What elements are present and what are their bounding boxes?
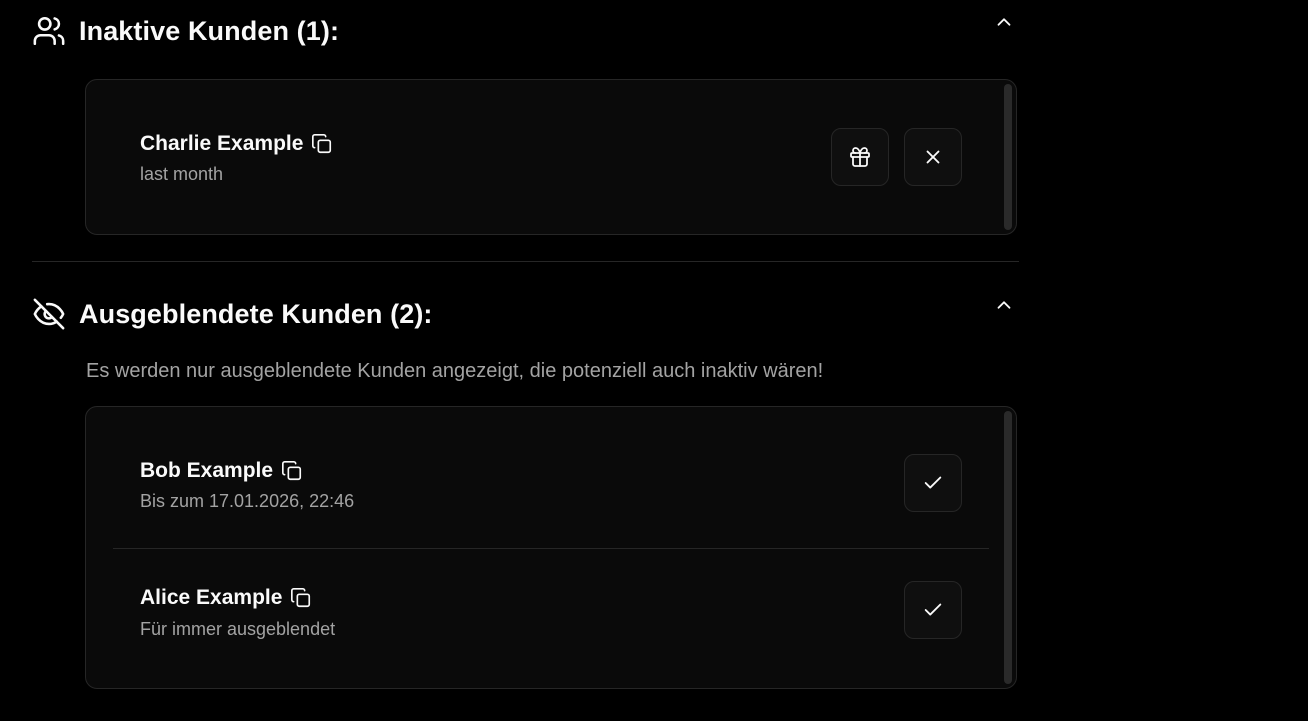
copy-icon[interactable] bbox=[310, 132, 334, 156]
inactive-customers-card: Charlie Example last month bbox=[85, 79, 1017, 235]
close-icon bbox=[926, 150, 940, 164]
customer-name: Bob Example bbox=[140, 459, 274, 482]
customer-hidden-until: Bis zum 17.01.2026, 22:46 bbox=[140, 491, 355, 511]
remove-button[interactable] bbox=[904, 128, 962, 186]
customer-hidden-until: Für immer ausgeblendet bbox=[140, 619, 336, 639]
section-divider bbox=[32, 261, 1019, 262]
list-item: Bob Example Bis zum 17.01.2026, 22:46 bbox=[86, 407, 1016, 548]
customer-name-line: Bob Example bbox=[140, 459, 304, 483]
chevron-up-icon bbox=[997, 301, 1011, 309]
check-icon bbox=[924, 603, 942, 616]
unhide-button[interactable] bbox=[904, 454, 962, 512]
customer-last-active: last month bbox=[140, 164, 224, 184]
gift-icon bbox=[850, 147, 870, 167]
hidden-customers-info: Es werden nur ausgeblendete Kunden angez… bbox=[86, 360, 824, 382]
list-item: Alice Example Für immer ausgeblendet bbox=[86, 548, 1016, 689]
inactive-customers-section: Inaktive Kunden (1): bbox=[32, 11, 1019, 51]
copy-icon[interactable] bbox=[280, 459, 304, 483]
hidden-customers-card: Bob Example Bis zum 17.01.2026, 22:46 Al… bbox=[85, 406, 1017, 689]
gift-button[interactable] bbox=[831, 128, 889, 186]
copy-icon[interactable] bbox=[289, 586, 313, 610]
scrollbar[interactable] bbox=[1004, 84, 1012, 230]
list-item: Charlie Example last month bbox=[86, 80, 1016, 236]
customer-name-line: Charlie Example bbox=[140, 132, 334, 156]
hidden-customers-header: Ausgeblendete Kunden (2): bbox=[32, 294, 1019, 334]
inactive-customers-header: Inaktive Kunden (1): bbox=[32, 11, 1019, 51]
hidden-customers-section: Ausgeblendete Kunden (2): bbox=[32, 294, 1019, 334]
inactive-customers-title: Inaktive Kunden (1): bbox=[79, 15, 340, 46]
collapse-hidden-button[interactable] bbox=[989, 290, 1019, 320]
customer-name-line: Alice Example bbox=[140, 586, 313, 610]
customer-name: Alice Example bbox=[140, 586, 283, 609]
customer-name: Charlie Example bbox=[140, 132, 304, 155]
check-icon bbox=[924, 476, 942, 489]
eye-off-icon bbox=[32, 297, 66, 331]
users-icon bbox=[32, 14, 66, 48]
scrollbar[interactable] bbox=[1004, 411, 1012, 684]
unhide-button[interactable] bbox=[904, 581, 962, 639]
customer-overview: Inaktive Kunden (1): Charlie Example las… bbox=[0, 0, 1308, 721]
hidden-customers-title: Ausgeblendete Kunden (2): bbox=[79, 298, 433, 329]
chevron-up-icon bbox=[997, 18, 1011, 26]
collapse-inactive-button[interactable] bbox=[989, 7, 1019, 37]
